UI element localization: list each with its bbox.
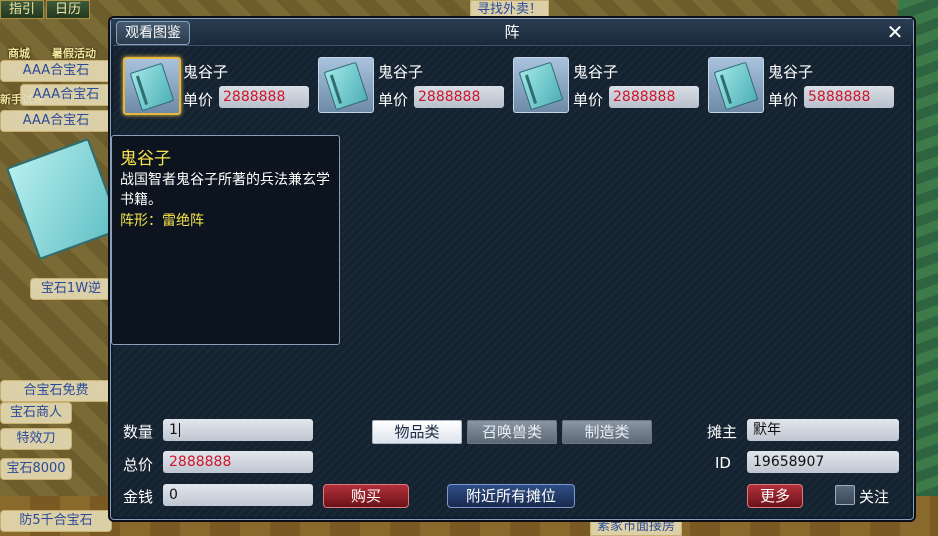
stall-item[interactable]: AAA合宝石 <box>0 110 112 132</box>
stall-item[interactable]: 合宝石免费 <box>0 380 112 402</box>
stall-item[interactable]: 宝石1W逆 <box>30 278 112 300</box>
item-slot[interactable]: 鬼谷子 单价 2888888 <box>123 57 313 115</box>
item-icon[interactable] <box>123 57 181 115</box>
tab-summons[interactable]: 召唤兽类 <box>467 420 557 444</box>
item-price: 5888888 <box>804 86 894 108</box>
item-icon[interactable] <box>513 57 569 113</box>
item-icon[interactable] <box>708 57 764 113</box>
book-icon <box>323 61 369 111</box>
price-label: 单价 <box>378 91 409 109</box>
buy-button[interactable]: 购买 <box>323 484 409 508</box>
nearby-stalls-button[interactable]: 附近所有摊位 <box>447 484 575 508</box>
view-catalog-button[interactable]: 观看图鉴 <box>116 21 190 45</box>
owner-label: 摊主 <box>707 423 738 441</box>
more-button[interactable]: 更多 <box>747 484 803 508</box>
stall-dialog: 阵 观看图鉴 ✕ 鬼谷子 单价 2888888 鬼谷子 单价 2888888 鬼… <box>110 18 914 520</box>
follow-label: 关注 <box>859 488 890 506</box>
stall-item[interactable]: 宝石8000 <box>0 458 72 480</box>
item-name: 鬼谷子 <box>183 63 229 81</box>
stall-item[interactable]: 特效刀 <box>0 428 72 450</box>
item-price: 2888888 <box>414 86 504 108</box>
item-slot[interactable]: 鬼谷子 单价 5888888 <box>708 57 898 113</box>
item-price: 2888888 <box>609 86 699 108</box>
dialog-title: 阵 <box>504 23 520 41</box>
tab-items[interactable]: 物品类 <box>372 420 462 444</box>
tooltip-description: 战国智者鬼谷子所著的兵法兼玄学书籍。 <box>120 172 330 208</box>
tooltip-formation: 阵形：雷绝阵 <box>120 213 204 229</box>
money-value: 0 <box>163 484 313 506</box>
top-tabs: 指引 日历 <box>0 0 91 19</box>
item-name: 鬼谷子 <box>768 63 814 81</box>
item-name: 鬼谷子 <box>573 63 619 81</box>
total-price-label: 总价 <box>123 456 154 474</box>
tab-calendar[interactable]: 日历 <box>46 0 91 19</box>
price-label: 单价 <box>573 91 604 109</box>
stall-item[interactable]: AAA合宝石 <box>0 60 112 82</box>
text-caret <box>178 423 180 437</box>
item-slot[interactable]: 鬼谷子 单价 2888888 <box>513 57 703 113</box>
id-value: 19658907 <box>747 451 899 473</box>
total-price-value: 2888888 <box>163 451 313 473</box>
follow-checkbox[interactable] <box>835 485 855 505</box>
tab-crafting[interactable]: 制造类 <box>562 420 652 444</box>
money-label: 金钱 <box>123 488 154 506</box>
item-tooltip: 鬼谷子 战国智者鬼谷子所著的兵法兼玄学书籍。 阵形：雷绝阵 <box>111 135 340 345</box>
book-icon <box>129 62 175 112</box>
price-label: 单价 <box>768 91 799 109</box>
stall-item[interactable]: AAA合宝石 <box>20 84 112 106</box>
book-icon <box>713 61 759 111</box>
item-slot[interactable]: 鬼谷子 单价 2888888 <box>318 57 508 113</box>
item-icon[interactable] <box>318 57 374 113</box>
price-label: 单价 <box>183 91 214 109</box>
close-icon[interactable]: ✕ <box>885 22 905 42</box>
book-icon <box>518 61 564 111</box>
stall-item[interactable]: 宝石商人 <box>0 402 72 424</box>
tab-guide[interactable]: 指引 <box>0 0 45 19</box>
item-name: 鬼谷子 <box>378 63 424 81</box>
quantity-label: 数量 <box>123 423 154 441</box>
quantity-input[interactable]: 1 <box>163 419 313 441</box>
tooltip-title: 鬼谷子 <box>120 149 171 169</box>
quantity-value: 1 <box>169 422 178 438</box>
background-stall-sign[interactable]: 寻找外卖！ <box>470 0 550 19</box>
id-label: ID <box>715 454 731 472</box>
stall-item[interactable]: 防5千合宝石 <box>0 510 112 532</box>
item-price: 2888888 <box>219 86 309 108</box>
owner-value: 默年 <box>747 419 899 441</box>
